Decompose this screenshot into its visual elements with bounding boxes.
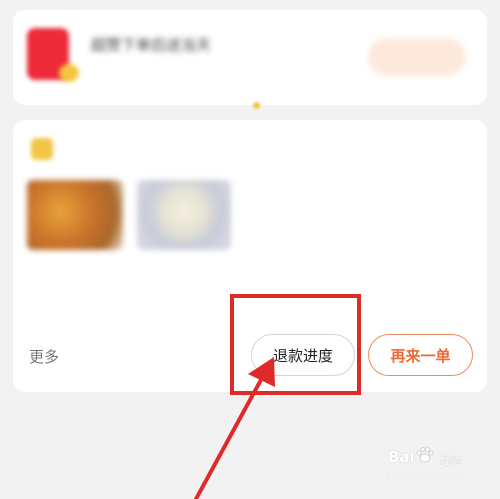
arrow-shaft [194,376,264,499]
screen: 超赞下单后送当天 更多 退款进度 再来一单 Bai 经验 jingyan.bai… [0,0,500,499]
watermark-brand: Bai [388,448,415,466]
watermark-suffix: 经验 [440,454,462,467]
watermark-url: jingyan.baidu.com [388,471,462,480]
pointer-arrow [194,357,275,499]
paw-icon [416,447,434,463]
